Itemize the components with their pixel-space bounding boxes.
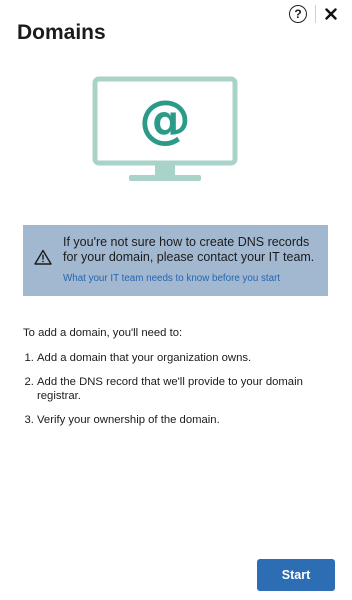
steps-list: Add a domain that your organization owns… bbox=[23, 351, 327, 437]
at-sign-glyph: @ bbox=[139, 90, 191, 150]
actions-divider bbox=[315, 5, 316, 23]
start-button[interactable]: Start bbox=[257, 559, 335, 591]
dns-info-banner: If you're not sure how to create DNS rec… bbox=[23, 225, 328, 296]
step-item: Verify your ownership of the domain. bbox=[37, 413, 327, 427]
help-icon[interactable]: ? bbox=[289, 5, 307, 23]
page-title: Domains bbox=[17, 21, 106, 44]
info-message: If you're not sure how to create DNS rec… bbox=[63, 235, 315, 264]
close-icon[interactable] bbox=[324, 7, 338, 21]
step-item: Add the DNS record that we'll provide to… bbox=[37, 375, 327, 403]
it-team-link[interactable]: What your IT team needs to know before y… bbox=[63, 273, 280, 284]
window-actions: ? bbox=[289, 5, 338, 23]
help-glyph: ? bbox=[294, 7, 302, 21]
monitor-at-sign-icon: @ bbox=[92, 76, 238, 181]
monitor-illustration: @ bbox=[92, 76, 238, 189]
instructions-intro: To add a domain, you'll need to: bbox=[23, 327, 183, 339]
close-x-glyph bbox=[325, 8, 337, 20]
step-item: Add a domain that your organization owns… bbox=[37, 351, 327, 365]
warning-icon bbox=[34, 249, 52, 265]
